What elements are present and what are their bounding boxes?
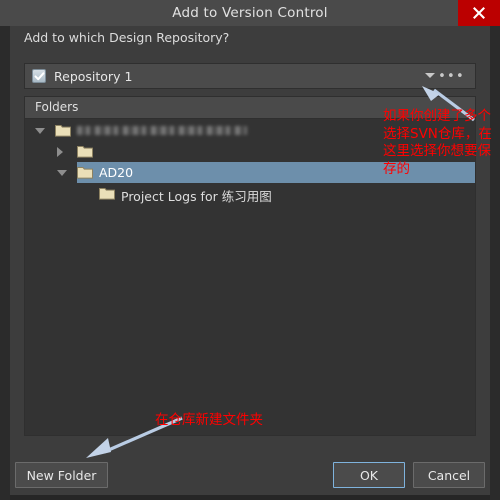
close-icon (473, 7, 485, 19)
tree-row[interactable]: AD20 (25, 162, 475, 183)
tree-row-label: AD20 (99, 165, 134, 180)
close-button[interactable] (458, 0, 500, 26)
page-title: Add to Version Control (172, 5, 328, 21)
dialog-divider (10, 445, 490, 455)
tree-row[interactable]: Project Logs for 练习用图 (25, 183, 475, 204)
ellipsis-icon[interactable]: ••• (438, 68, 465, 85)
row-selection-highlight (77, 162, 475, 183)
check-icon (34, 72, 45, 81)
folders-header-label: Folders (35, 100, 79, 114)
folders-panel-header: Folders (25, 97, 475, 119)
folder-icon (77, 167, 93, 179)
tree-row[interactable] (25, 141, 475, 162)
folder-icon (99, 188, 115, 200)
prompt-label: Add to which Design Repository? (24, 30, 230, 45)
repository-combobox[interactable]: Repository 1 ••• (24, 63, 476, 89)
window-frame-right (490, 26, 500, 500)
new-folder-button[interactable]: New Folder (15, 462, 108, 488)
ok-button[interactable]: OK (333, 462, 405, 488)
chevron-down-icon[interactable] (425, 73, 435, 78)
tree-row-label: Project Logs for 练习用图 (121, 189, 272, 204)
redacted-folder-name (77, 126, 247, 135)
collapse-triangle-icon[interactable] (57, 170, 67, 176)
dialog-window: Add to Version Control Add to which Desi… (0, 0, 500, 500)
folder-icon (77, 146, 93, 158)
window-frame-left (0, 26, 10, 500)
title-bar: Add to Version Control (0, 0, 500, 26)
folders-panel: Folders AD20 Project Logs for 练习用图 (24, 96, 476, 436)
cancel-button[interactable]: Cancel (413, 462, 485, 488)
tree-row[interactable] (25, 120, 475, 141)
expand-triangle-icon[interactable] (57, 147, 63, 157)
folder-icon (55, 125, 71, 137)
repository-value: Repository 1 (54, 69, 133, 84)
repository-checkbox[interactable] (32, 69, 46, 83)
collapse-triangle-icon[interactable] (35, 128, 45, 134)
folder-tree[interactable]: AD20 Project Logs for 练习用图 (25, 120, 475, 435)
